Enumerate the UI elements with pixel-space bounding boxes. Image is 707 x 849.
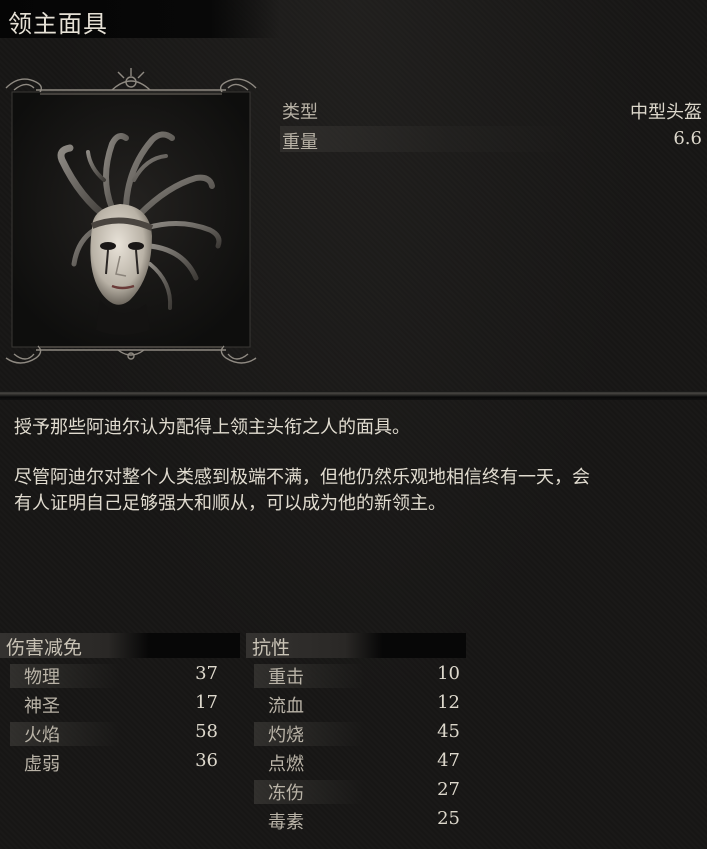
resistance-row: 点燃 47 xyxy=(254,749,464,775)
resistance-row: 冻伤 27 xyxy=(254,778,464,804)
resistance-header: 抗性 xyxy=(246,633,466,659)
item-name: 领主面具 xyxy=(8,10,108,38)
stat-name: 灼烧 xyxy=(268,725,304,746)
stat-name: 神圣 xyxy=(24,696,60,717)
stat-name: 物理 xyxy=(24,667,60,688)
stat-value: 47 xyxy=(437,750,460,771)
stat-name: 虚弱 xyxy=(24,754,60,775)
stat-value: 17 xyxy=(195,692,218,713)
description-line: 有人证明自己足够强大和顺从，可以成为他的新领主。 xyxy=(14,493,446,514)
stat-value: 58 xyxy=(195,721,218,742)
attribute-value: 6.6 xyxy=(673,128,702,149)
item-icon-frame xyxy=(0,68,262,371)
damage-reduction-row: 神圣 17 xyxy=(10,691,230,717)
stat-value: 27 xyxy=(437,779,460,800)
section-divider xyxy=(0,391,707,400)
attribute-row-weight: 重量 6.6 xyxy=(280,126,704,153)
stat-name: 点燃 xyxy=(268,754,304,775)
lord-mask-helmet-icon xyxy=(5,68,257,364)
damage-reduction-row: 火焰 58 xyxy=(10,720,230,746)
damage-reduction-header: 伤害减免 xyxy=(0,633,240,659)
description-line: 授予那些阿迪尔认为配得上领主头衔之人的面具。 xyxy=(14,417,410,438)
stat-value: 25 xyxy=(437,808,460,829)
stat-value: 36 xyxy=(195,750,218,771)
resistance-row: 重击 10 xyxy=(254,662,464,688)
stat-name: 毒素 xyxy=(268,812,304,833)
attribute-value: 中型头盔 xyxy=(630,102,702,123)
attribute-label: 重量 xyxy=(282,132,318,153)
attribute-row-type: 类型 中型头盔 xyxy=(280,96,704,123)
damage-reduction-row: 虚弱 36 xyxy=(10,749,230,775)
stat-name: 流血 xyxy=(268,696,304,717)
stat-name: 冻伤 xyxy=(268,783,304,804)
stat-value: 10 xyxy=(437,663,460,684)
attribute-label: 类型 xyxy=(282,102,318,123)
stat-name: 重击 xyxy=(268,667,304,688)
resistance-row: 毒素 25 xyxy=(254,807,464,833)
section-title: 伤害减免 xyxy=(6,637,83,659)
description-line: 尽管阿迪尔对整个人类感到极端不满，但他仍然乐观地相信终有一天，会 xyxy=(14,467,590,488)
stat-value: 12 xyxy=(437,692,460,713)
resistance-row: 流血 12 xyxy=(254,691,464,717)
stat-value: 37 xyxy=(195,663,218,684)
stat-value: 45 xyxy=(437,721,460,742)
section-title: 抗性 xyxy=(252,637,291,659)
resistance-row: 灼烧 45 xyxy=(254,720,464,746)
damage-reduction-row: 物理 37 xyxy=(10,662,230,688)
stat-name: 火焰 xyxy=(24,725,60,746)
